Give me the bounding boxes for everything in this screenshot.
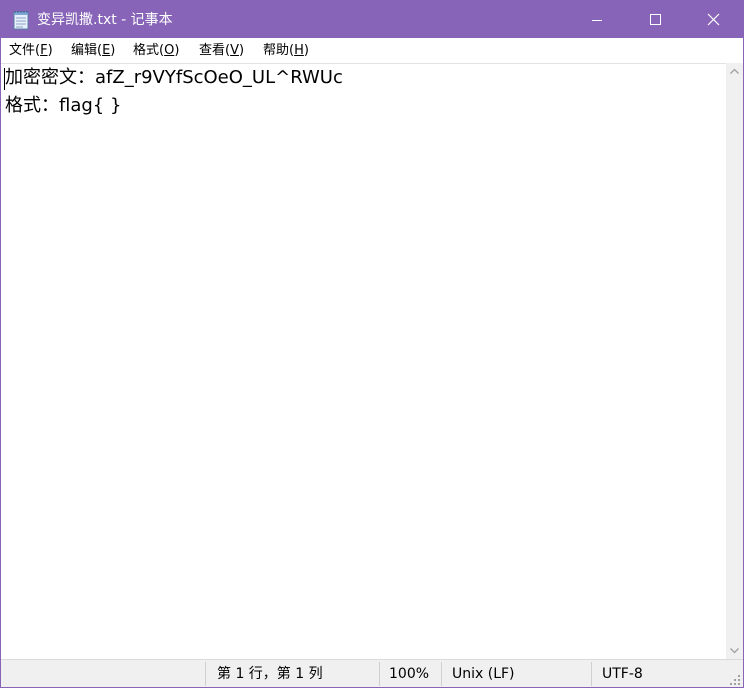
status-separator xyxy=(441,662,442,686)
menu-view-suffix: ) xyxy=(238,43,245,58)
status-zoom: 100% xyxy=(389,666,430,682)
status-cursor-position: 第 1 行，第 1 列 xyxy=(217,666,323,682)
menu-file-mnemonic: F xyxy=(40,43,48,58)
menu-help[interactable]: 帮助(H) xyxy=(263,41,309,61)
menu-edit[interactable]: 编辑(E) xyxy=(71,41,115,61)
menu-format-label: 格式( xyxy=(133,43,165,58)
menu-bar: 文件(F) 编辑(E) 格式(O) 查看(V) 帮助(H) xyxy=(1,38,743,63)
menu-view-label: 查看( xyxy=(199,43,231,58)
window-title: 变异凯撒.txt - 记事本 xyxy=(37,12,173,28)
title-bar[interactable]: 变异凯撒.txt - 记事本 xyxy=(1,1,743,38)
menu-help-label: 帮助( xyxy=(263,43,295,58)
notepad-icon xyxy=(12,10,30,30)
close-button[interactable] xyxy=(684,1,742,38)
menu-view[interactable]: 查看(V) xyxy=(199,41,244,61)
maximize-icon xyxy=(650,14,661,25)
menu-file-label: 文件( xyxy=(9,43,41,58)
text-line-1: 加密密文：afZ_r9VYfScOeO_UL^RWUc xyxy=(5,67,343,88)
text-line-2: 格式：flag{ } xyxy=(5,95,122,116)
menu-format[interactable]: 格式(O) xyxy=(133,41,179,61)
menu-format-suffix: ) xyxy=(174,43,180,58)
minimize-icon xyxy=(592,20,602,21)
close-icon xyxy=(707,13,720,26)
notepad-window: 变异凯撒.txt - 记事本 文件(F) 编辑(E) 格式(O) 查看(V) 帮… xyxy=(0,0,744,688)
status-encoding: UTF-8 xyxy=(602,666,643,682)
status-line-ending: Unix (LF) xyxy=(452,666,515,682)
menu-edit-label: 编辑( xyxy=(71,43,103,58)
menu-file-suffix: ) xyxy=(47,43,53,58)
menu-file[interactable]: 文件(F) xyxy=(9,41,53,61)
minimize-button[interactable] xyxy=(568,1,626,38)
status-separator xyxy=(591,662,592,686)
menu-format-mnemonic: O xyxy=(164,43,175,58)
menu-help-mnemonic: H xyxy=(294,43,304,58)
maximize-button[interactable] xyxy=(626,1,684,38)
scroll-down-icon[interactable] xyxy=(726,642,743,659)
status-separator xyxy=(205,662,206,686)
status-bar: 第 1 行，第 1 列 100% Unix (LF) UTF-8 xyxy=(1,659,743,687)
vertical-scrollbar[interactable] xyxy=(726,63,743,659)
resize-grip-icon[interactable] xyxy=(729,674,741,686)
text-editor[interactable]: 加密密文：afZ_r9VYfScOeO_UL^RWUc 格式：flag{ } xyxy=(1,63,726,660)
menu-help-suffix: ) xyxy=(303,43,309,58)
scroll-up-icon[interactable] xyxy=(726,63,743,80)
menu-view-mnemonic: V xyxy=(230,43,239,58)
status-separator xyxy=(379,662,380,686)
menu-edit-suffix: ) xyxy=(110,43,116,58)
